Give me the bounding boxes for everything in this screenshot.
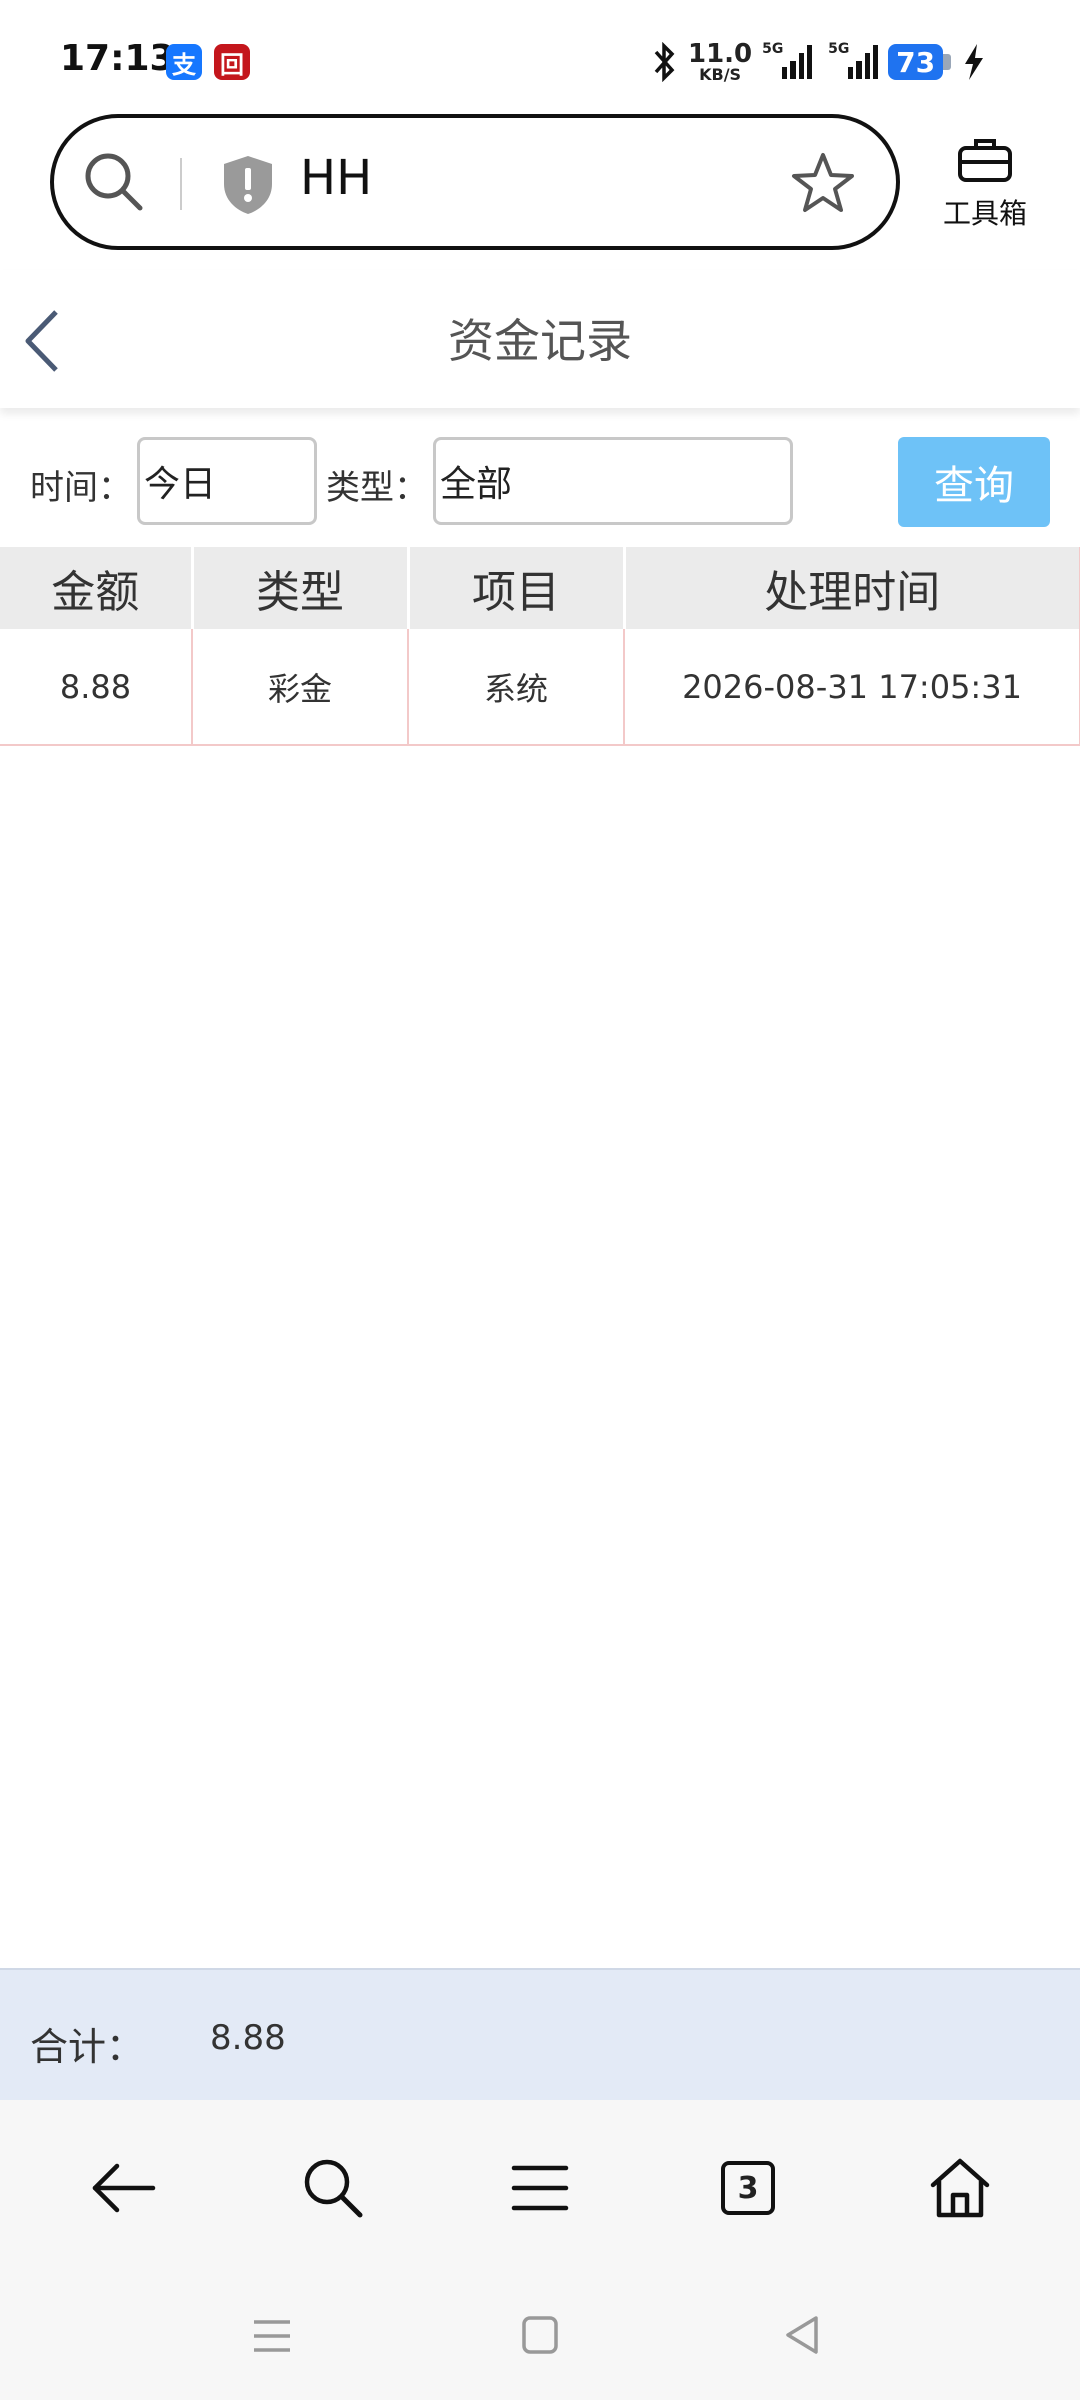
url-divider <box>180 158 182 210</box>
system-recents-icon[interactable] <box>250 2316 294 2356</box>
search-icon <box>304 2159 363 2218</box>
battery-icon: 73 <box>888 44 952 80</box>
system-home-icon[interactable] <box>520 2314 560 2356</box>
time-filter-select[interactable]: 今日 <box>137 437 317 525</box>
nav-tabs-button[interactable]: 3 <box>708 2148 788 2228</box>
type-filter-select[interactable]: 全部 <box>433 437 793 525</box>
column-header-type: 类型 <box>192 547 410 629</box>
nav-menu-button[interactable] <box>500 2148 580 2228</box>
signal-icon: 5G <box>822 41 879 79</box>
cell-type: 彩金 <box>192 629 409 746</box>
tab-count: 3 <box>721 2161 775 2215</box>
column-header-amount: 金额 <box>0 547 194 629</box>
cell-time: 2026-08-31 17:05:31 <box>624 629 1080 746</box>
system-back-icon[interactable] <box>782 2314 822 2356</box>
bluetooth-icon <box>654 42 675 82</box>
cell-amount: 8.88 <box>0 629 193 746</box>
bank-icon: 回 <box>214 44 250 80</box>
toolbox-button[interactable]: 工具箱 <box>935 136 1035 232</box>
page-title: 资金记录 <box>448 314 632 368</box>
status-indicators: 11.0 KB/S 5G 5G 73 <box>650 38 987 86</box>
toolbox-label: 工具箱 <box>942 197 1027 230</box>
cell-item: 系统 <box>408 629 625 746</box>
back-icon <box>92 2163 156 2213</box>
toolbox-icon <box>958 139 1012 182</box>
home-icon <box>930 2158 990 2218</box>
column-header-time: 处理时间 <box>624 547 1080 629</box>
type-filter-label: 类型： <box>326 468 428 508</box>
column-header-item: 项目 <box>408 547 626 629</box>
nav-back-button[interactable] <box>83 2148 163 2228</box>
signal-icon: 5G <box>762 41 813 79</box>
charging-icon <box>965 44 984 80</box>
time-filter-label: 时间： <box>30 468 132 508</box>
query-button[interactable]: 查询 <box>898 437 1050 527</box>
security-warning-icon[interactable] <box>218 152 278 218</box>
signal-1-label: 5G <box>762 41 784 57</box>
search-icon[interactable] <box>82 150 146 214</box>
net-speed-value: 11.0 <box>688 39 753 69</box>
url-bar[interactable] <box>50 114 900 250</box>
nav-home-button[interactable] <box>920 2148 1000 2228</box>
url-text[interactable]: HH <box>300 150 372 206</box>
menu-icon <box>511 2165 569 2211</box>
funds-record-table: 金额 类型 项目 处理时间 8.88 彩金 系统 2026-08-31 17:0… <box>0 547 1080 746</box>
alipay-icon: 支 <box>166 44 202 80</box>
net-speed-unit: KB/S <box>699 65 742 84</box>
table-header-row: 金额 类型 项目 处理时间 <box>0 547 1080 629</box>
table-row: 8.88 彩金 系统 2026-08-31 17:05:31 <box>0 629 1080 746</box>
bookmark-star-icon[interactable] <box>790 150 856 216</box>
total-value: 8.88 <box>210 2018 286 2058</box>
battery-level: 73 <box>896 45 936 79</box>
total-bar <box>0 1968 1080 2102</box>
signal-2-label: 5G <box>828 41 850 57</box>
status-time: 17:13 <box>60 38 175 79</box>
net-speed: 11.0 KB/S <box>688 41 752 83</box>
total-label: 合计： <box>30 2025 145 2069</box>
nav-search-button[interactable] <box>293 2148 373 2228</box>
